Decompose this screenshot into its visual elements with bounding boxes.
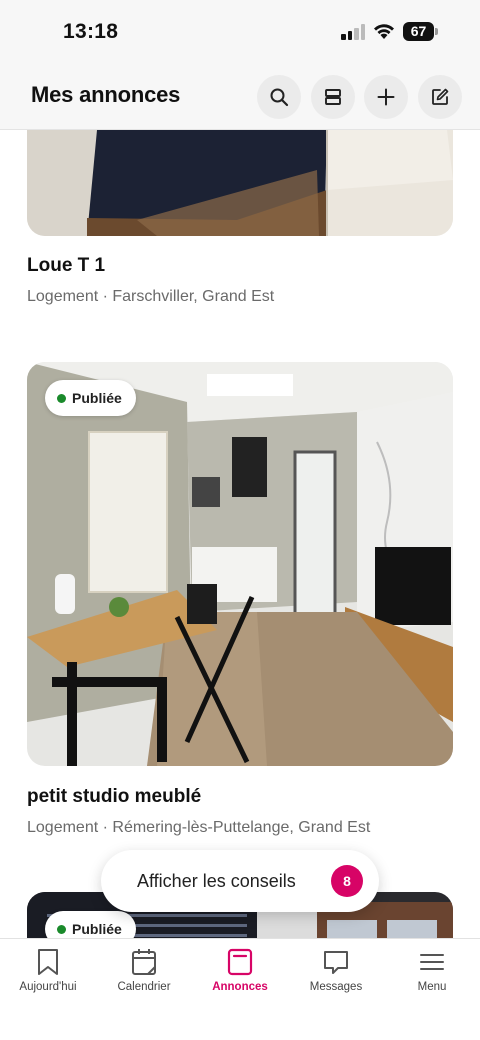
listing-photo[interactable] xyxy=(27,362,453,766)
nav-item-listings[interactable]: Annonces xyxy=(192,947,288,1007)
add-listing-button[interactable] xyxy=(364,75,408,119)
search-icon xyxy=(270,88,289,107)
badge-label: Publiée xyxy=(72,390,122,406)
edit-icon xyxy=(432,88,449,105)
listing-title[interactable]: Loue T 1 xyxy=(27,255,105,277)
show-tips-button[interactable]: Afficher les conseils 8 xyxy=(101,850,379,912)
plus-icon xyxy=(377,88,395,106)
app-screen: Loue T 1 Logement · Farschviller, Grand … xyxy=(0,0,480,1040)
search-button[interactable] xyxy=(257,75,301,119)
nav-label: Menu xyxy=(417,981,447,993)
nav-label: Messages xyxy=(309,981,363,993)
published-dot xyxy=(57,924,66,934)
nav-item-messages[interactable]: Messages xyxy=(288,947,384,1007)
listing-icon xyxy=(227,948,253,976)
nav-label: Aujourd'hui xyxy=(19,981,77,993)
nav-item-today[interactable]: Aujourd'hui xyxy=(0,947,96,1007)
tips-label: Afficher les conseils xyxy=(137,870,296,891)
nav-label: Calendrier xyxy=(117,981,171,993)
badge-label: Publiée xyxy=(72,921,122,937)
edit-button[interactable] xyxy=(418,75,462,119)
status-badge: Publiée xyxy=(45,380,136,416)
wifi-icon xyxy=(374,24,394,39)
bottom-nav: Aujourd'hui Calendrier Annonces Messages… xyxy=(0,938,480,1040)
listing-subtitle: Logement · Rémering-lès-Puttelange, Gran… xyxy=(27,819,371,836)
message-icon xyxy=(324,951,348,974)
nav-item-menu[interactable]: Menu xyxy=(384,947,480,1007)
listing-title[interactable]: petit studio meublé xyxy=(27,786,201,808)
bookmark-icon xyxy=(38,949,58,975)
battery-level: 67 xyxy=(410,23,427,39)
nav-label: Annonces xyxy=(212,981,268,993)
tips-count-badge: 8 xyxy=(331,865,363,897)
published-dot xyxy=(57,393,66,403)
page-title: Mes annonces xyxy=(31,82,181,107)
nav-item-calendar[interactable]: Calendrier xyxy=(96,947,192,1007)
menu-icon xyxy=(420,954,444,970)
status-bar: 13:18 67 xyxy=(0,0,480,64)
app-header: Mes annonces xyxy=(0,64,480,130)
status-time: 13:18 xyxy=(63,20,119,43)
calendar-icon xyxy=(132,949,156,975)
battery-icon: 67 xyxy=(403,22,438,41)
layout-icon xyxy=(325,89,341,105)
listing-subtitle: Logement · Farschviller, Grand Est xyxy=(27,288,275,305)
battery-tip xyxy=(435,28,438,35)
studio-photo xyxy=(27,362,453,766)
cellular-signal-icon xyxy=(341,24,366,40)
view-toggle-button[interactable] xyxy=(311,75,355,119)
